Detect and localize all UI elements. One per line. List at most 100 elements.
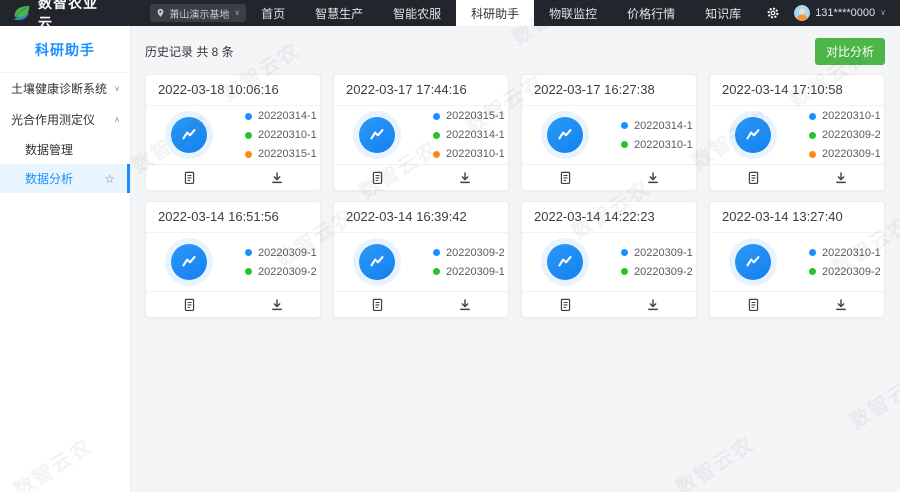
settings-gear-icon[interactable]	[766, 6, 780, 20]
legend-label: 20220310-1	[822, 110, 881, 122]
download-button[interactable]	[421, 165, 508, 190]
download-button[interactable]	[609, 292, 696, 317]
report-document-icon	[183, 171, 196, 185]
chevron-down-icon: ∨	[880, 9, 886, 17]
legend-dot	[809, 249, 816, 256]
download-icon	[646, 171, 660, 185]
report-button[interactable]	[522, 292, 609, 317]
record-legend: 20220315-1 20220314-1 20220310-1	[433, 110, 505, 160]
report-button[interactable]	[710, 292, 797, 317]
nav-item-iot-monitor[interactable]: 物联监控	[534, 0, 612, 26]
legend-label: 20220310-1	[634, 139, 693, 151]
legend-item: 20220310-1	[245, 129, 317, 141]
nav-item-smart-production[interactable]: 智慧生产	[300, 0, 378, 26]
download-button[interactable]	[421, 292, 508, 317]
download-button[interactable]	[797, 165, 884, 190]
legend-dot	[245, 113, 252, 120]
user-menu[interactable]: 131****0000 ∨	[794, 5, 886, 21]
legend-item: 20220315-1	[433, 110, 505, 122]
legend-label: 20220315-1	[446, 110, 505, 122]
sidebar-group-photosynthesis-instrument[interactable]: 光合作用测定仪∧	[0, 104, 130, 135]
compare-analysis-button[interactable]: 对比分析	[815, 38, 885, 65]
line-chart-icon	[541, 238, 589, 286]
legend-label: 20220309-1	[446, 266, 505, 278]
record-card: 2022-03-14 16:39:42 20220309-220220309-1	[333, 201, 509, 318]
legend-item: 20220314-1	[433, 129, 505, 141]
legend-dot	[809, 113, 816, 120]
report-button[interactable]	[146, 165, 233, 190]
download-button[interactable]	[233, 292, 320, 317]
sidebar-item-data-analysis[interactable]: 数据分析☆	[0, 164, 130, 193]
legend-label: 20220309-2	[822, 129, 881, 141]
legend-label: 20220309-2	[822, 266, 881, 278]
legend-dot	[245, 151, 252, 158]
brand: 数智农业云	[12, 0, 98, 33]
legend-item: 20220309-2	[809, 129, 881, 141]
nav-item-price-quotes[interactable]: 价格行情	[612, 0, 690, 26]
legend-dot	[809, 132, 816, 139]
record-card: 2022-03-17 17:44:16 20220315-1 20220314-1…	[333, 74, 509, 191]
sidebar-item-data-management[interactable]: 数据管理	[0, 135, 130, 164]
legend-item: 20220309-1	[809, 148, 881, 160]
nav-menu: 首页智慧生产智能农服科研助手物联监控价格行情知识库	[246, 0, 756, 26]
legend-dot	[621, 249, 628, 256]
line-chart-icon	[729, 238, 777, 286]
report-button[interactable]	[522, 165, 609, 190]
main-header: 历史记录 共 8 条 对比分析	[145, 38, 885, 65]
report-document-icon	[559, 298, 572, 312]
legend-item: 20220309-2	[621, 266, 693, 278]
report-button[interactable]	[334, 165, 421, 190]
record-card-footer	[146, 291, 320, 317]
sidebar-item-label: 数据管理	[25, 141, 73, 158]
nav-item-knowledge-base[interactable]: 知识库	[690, 0, 756, 26]
record-timestamp: 2022-03-14 14:22:23	[522, 202, 696, 233]
report-button[interactable]	[146, 292, 233, 317]
record-card: 2022-03-14 16:51:56 20220309-120220309-2	[145, 201, 321, 318]
legend-label: 20220309-2	[258, 266, 317, 278]
sidebar-menu: 土壤健康诊断系统∨光合作用测定仪∧ 数据管理数据分析☆	[0, 73, 130, 193]
nav-item-home[interactable]: 首页	[246, 0, 300, 26]
download-icon	[458, 298, 472, 312]
record-timestamp: 2022-03-18 10:06:16	[146, 75, 320, 106]
legend-item: 20220310-1	[621, 139, 693, 151]
nav-item-smart-agri-service[interactable]: 智能农服	[378, 0, 456, 26]
line-chart-icon	[353, 111, 401, 159]
download-button[interactable]	[233, 165, 320, 190]
report-document-icon	[559, 171, 572, 185]
record-legend: 20220309-120220309-2	[621, 247, 693, 278]
legend-item: 20220309-2	[809, 266, 881, 278]
record-legend: 20220314-1 20220310-1	[621, 120, 693, 151]
sidebar-group-soil-health-system[interactable]: 土壤健康诊断系统∨	[0, 73, 130, 104]
location-select[interactable]: 萧山演示基地 ∨	[150, 4, 246, 22]
legend-label: 20220310-1	[446, 148, 505, 160]
report-button[interactable]	[710, 165, 797, 190]
legend-dot	[245, 132, 252, 139]
legend-dot	[809, 151, 816, 158]
download-button[interactable]	[797, 292, 884, 317]
legend-label: 20220310-1	[822, 247, 881, 259]
record-card-footer	[146, 164, 320, 190]
legend-label: 20220309-2	[446, 247, 505, 259]
legend-label: 20220314-1	[634, 120, 693, 132]
record-card: 2022-03-18 10:06:16 20220314-120220310-1…	[145, 74, 321, 191]
line-chart-icon	[353, 238, 401, 286]
legend-label: 20220315-1	[258, 148, 317, 160]
star-icon[interactable]: ☆	[104, 172, 115, 186]
record-card-footer	[334, 164, 508, 190]
line-chart-icon	[541, 111, 589, 159]
legend-dot	[433, 249, 440, 256]
nav-item-research-assistant[interactable]: 科研助手	[456, 0, 534, 26]
record-timestamp: 2022-03-17 16:27:38	[522, 75, 696, 106]
record-card-body: 20220315-1 20220314-1 20220310-1	[334, 106, 508, 164]
record-timestamp: 2022-03-14 13:27:40	[710, 202, 884, 233]
download-icon	[458, 171, 472, 185]
report-button[interactable]	[334, 292, 421, 317]
line-chart-icon	[729, 111, 777, 159]
legend-item: 20220309-1	[245, 247, 317, 259]
record-card: 2022-03-14 17:10:58 20220310-120220309-2…	[709, 74, 885, 191]
record-timestamp: 2022-03-17 17:44:16	[334, 75, 508, 106]
record-card-footer	[710, 164, 884, 190]
legend-label: 20220309-1	[822, 148, 881, 160]
legend-dot	[433, 268, 440, 275]
download-button[interactable]	[609, 165, 696, 190]
